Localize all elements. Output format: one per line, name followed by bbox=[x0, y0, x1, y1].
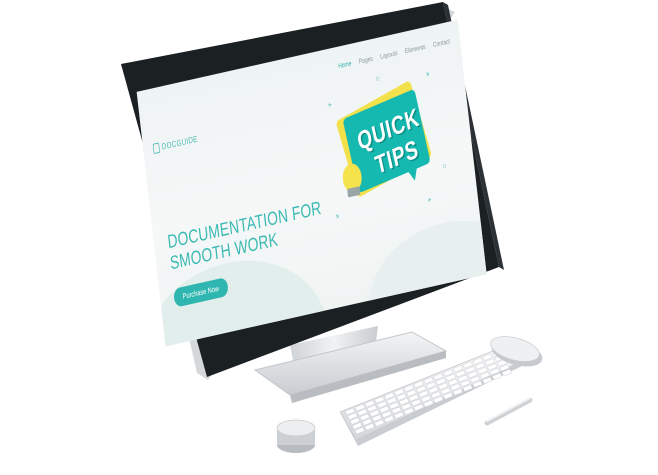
nav-item-elements[interactable]: Elements bbox=[404, 43, 425, 55]
cross-decoration: × bbox=[335, 211, 340, 222]
circle-decoration: ○ bbox=[375, 73, 381, 85]
circle-decoration: ○ bbox=[442, 161, 448, 172]
cross-decoration: × bbox=[425, 69, 431, 80]
site-logo-text: DOCGUIDE bbox=[161, 134, 199, 152]
surface-dial bbox=[276, 419, 316, 453]
site-logo[interactable]: DOCGUIDE bbox=[152, 134, 199, 155]
stylus-pen bbox=[484, 397, 533, 426]
quick-tips-illustration: + × ○ × ○ + QUICK TIPS bbox=[320, 58, 460, 230]
document-logo-icon bbox=[152, 142, 161, 155]
plus-decoration: + bbox=[327, 100, 333, 111]
nav-item-pages[interactable]: Pages bbox=[358, 55, 373, 66]
plus-decoration: + bbox=[427, 195, 432, 206]
nav-item-layouts[interactable]: Layouts bbox=[380, 49, 398, 61]
nav-item-home[interactable]: Home bbox=[338, 59, 352, 70]
nav-item-contact[interactable]: Contact bbox=[432, 37, 450, 48]
